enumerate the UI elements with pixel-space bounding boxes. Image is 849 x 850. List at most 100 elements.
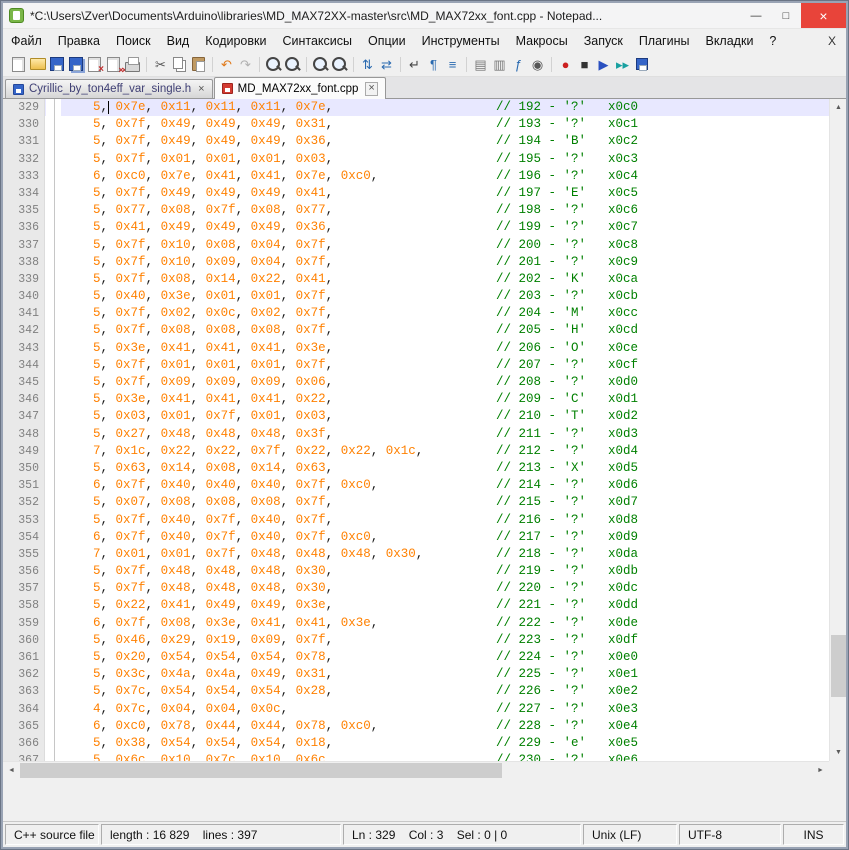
code-line-332[interactable]: 3325, 0x7f, 0x01, 0x01, 0x01, 0x03,// 19… bbox=[3, 151, 829, 168]
code-line-344[interactable]: 3445, 0x7f, 0x01, 0x01, 0x01, 0x7f,// 20… bbox=[3, 357, 829, 374]
vertical-scroll-thumb[interactable] bbox=[831, 635, 846, 697]
show-all-characters-icon[interactable]: ¶ bbox=[424, 55, 443, 74]
tab-1[interactable]: Cyrillic_by_ton4eff_var_single.h× bbox=[5, 79, 213, 98]
code-line-367[interactable]: 3675, 0x6c, 0x10, 0x7c, 0x10, 0x6c,// 23… bbox=[3, 752, 829, 761]
code-line-366[interactable]: 3665, 0x38, 0x54, 0x54, 0x54, 0x18,// 22… bbox=[3, 735, 829, 752]
menu-item-8[interactable]: Инструменты bbox=[414, 31, 508, 51]
code-line-354[interactable]: 3546, 0x7f, 0x40, 0x7f, 0x40, 0x7f, 0xc0… bbox=[3, 529, 829, 546]
stop-recording-icon[interactable]: ■ bbox=[575, 55, 594, 74]
code-line-351[interactable]: 3516, 0x7f, 0x40, 0x40, 0x40, 0x7f, 0xc0… bbox=[3, 477, 829, 494]
tab-close-icon[interactable]: × bbox=[198, 84, 204, 95]
undo-icon[interactable]: ↶ bbox=[217, 55, 236, 74]
function-list-icon[interactable]: ƒ bbox=[509, 55, 528, 74]
new-file-icon[interactable] bbox=[9, 55, 28, 74]
code-line-342[interactable]: 3425, 0x7f, 0x08, 0x08, 0x08, 0x7f,// 20… bbox=[3, 322, 829, 339]
save-file-icon[interactable] bbox=[47, 55, 66, 74]
code-line-365[interactable]: 3656, 0xc0, 0x78, 0x44, 0x44, 0x78, 0xc0… bbox=[3, 718, 829, 735]
document-map-icon[interactable]: ▥ bbox=[490, 55, 509, 74]
scroll-left-icon[interactable]: ◄ bbox=[3, 762, 20, 778]
close-all-icon[interactable] bbox=[104, 55, 123, 74]
status-insert-mode[interactable]: INS bbox=[783, 824, 844, 845]
code-line-353[interactable]: 3535, 0x7f, 0x40, 0x7f, 0x40, 0x7f,// 21… bbox=[3, 512, 829, 529]
scroll-right-icon[interactable]: ► bbox=[812, 762, 829, 778]
indent-guide-icon[interactable]: ≡ bbox=[443, 55, 462, 74]
code-line-358[interactable]: 3585, 0x22, 0x41, 0x49, 0x49, 0x3e,// 22… bbox=[3, 597, 829, 614]
menu-item-4[interactable]: Вид bbox=[159, 31, 198, 51]
menu-item-12[interactable]: Вкладки bbox=[697, 31, 761, 51]
menu-item-5[interactable]: Кодировки bbox=[197, 31, 274, 51]
vertical-scrollbar[interactable]: ▲ ▼ bbox=[829, 99, 846, 761]
code-line-337[interactable]: 3375, 0x7f, 0x10, 0x08, 0x04, 0x7f,// 20… bbox=[3, 237, 829, 254]
horizontal-scroll-thumb[interactable] bbox=[20, 763, 502, 778]
menu-item-11[interactable]: Плагины bbox=[631, 31, 698, 51]
save-all-icon[interactable] bbox=[66, 55, 85, 74]
status-encoding[interactable]: UTF-8 bbox=[679, 824, 781, 845]
tab-close-icon[interactable]: × bbox=[365, 82, 377, 96]
word-wrap-icon[interactable]: ↵ bbox=[405, 55, 424, 74]
code-line-340[interactable]: 3405, 0x40, 0x3e, 0x01, 0x01, 0x7f,// 20… bbox=[3, 288, 829, 305]
maximize-button[interactable]: □ bbox=[771, 3, 801, 28]
record-macro-icon[interactable]: ● bbox=[556, 55, 575, 74]
code-line-336[interactable]: 3365, 0x41, 0x49, 0x49, 0x49, 0x36,// 19… bbox=[3, 219, 829, 236]
code-line-356[interactable]: 3565, 0x7f, 0x48, 0x48, 0x48, 0x30,// 21… bbox=[3, 563, 829, 580]
paste-icon[interactable] bbox=[189, 55, 208, 74]
save-macro-icon[interactable] bbox=[632, 55, 651, 74]
code-line-352[interactable]: 3525, 0x07, 0x08, 0x08, 0x08, 0x7f,// 21… bbox=[3, 494, 829, 511]
code-line-359[interactable]: 3596, 0x7f, 0x08, 0x3e, 0x41, 0x41, 0x3e… bbox=[3, 615, 829, 632]
editor[interactable]: 3295, 0x7e, 0x11, 0x11, 0x11, 0x7e,// 19… bbox=[3, 99, 846, 778]
run-macro-multiple-icon[interactable]: ▸▸ bbox=[613, 55, 632, 74]
close-file-icon[interactable] bbox=[85, 55, 104, 74]
redo-icon[interactable]: ↷ bbox=[236, 55, 255, 74]
code-line-338[interactable]: 3385, 0x7f, 0x10, 0x09, 0x04, 0x7f,// 20… bbox=[3, 254, 829, 271]
status-eol-format[interactable]: Unix (LF) bbox=[583, 824, 677, 845]
replace-icon[interactable]: ab bbox=[283, 55, 302, 74]
code-line-357[interactable]: 3575, 0x7f, 0x48, 0x48, 0x48, 0x30,// 22… bbox=[3, 580, 829, 597]
code-line-364[interactable]: 3644, 0x7c, 0x04, 0x04, 0x0c,// 227 - '?… bbox=[3, 701, 829, 718]
cut-icon[interactable]: ✂ bbox=[151, 55, 170, 74]
find-icon[interactable] bbox=[264, 55, 283, 74]
code-line-361[interactable]: 3615, 0x20, 0x54, 0x54, 0x54, 0x78,// 22… bbox=[3, 649, 829, 666]
close-button[interactable]: × bbox=[801, 3, 846, 28]
open-file-icon[interactable] bbox=[28, 55, 47, 74]
code-line-343[interactable]: 3435, 0x3e, 0x41, 0x41, 0x41, 0x3e,// 20… bbox=[3, 340, 829, 357]
sync-horizontal-scroll-icon[interactable]: ⇄ bbox=[377, 55, 396, 74]
code-line-330[interactable]: 3305, 0x7f, 0x49, 0x49, 0x49, 0x31,// 19… bbox=[3, 116, 829, 133]
code-line-334[interactable]: 3345, 0x7f, 0x49, 0x49, 0x49, 0x41,// 19… bbox=[3, 185, 829, 202]
monitoring-icon[interactable]: ◉ bbox=[528, 55, 547, 74]
scroll-down-icon[interactable]: ▼ bbox=[830, 744, 846, 761]
print-icon[interactable] bbox=[123, 55, 142, 74]
code-line-350[interactable]: 3505, 0x63, 0x14, 0x08, 0x14, 0x63,// 21… bbox=[3, 460, 829, 477]
code-line-339[interactable]: 3395, 0x7f, 0x08, 0x14, 0x22, 0x41,// 20… bbox=[3, 271, 829, 288]
user-defined-language-icon[interactable]: ▤ bbox=[471, 55, 490, 74]
code-line-329[interactable]: 3295, 0x7e, 0x11, 0x11, 0x11, 0x7e,// 19… bbox=[3, 99, 829, 116]
menu-item-3[interactable]: Поиск bbox=[108, 31, 159, 51]
code-line-355[interactable]: 3557, 0x01, 0x01, 0x7f, 0x48, 0x48, 0x48… bbox=[3, 546, 829, 563]
menu-item-10[interactable]: Запуск bbox=[576, 31, 631, 51]
code-line-363[interactable]: 3635, 0x7c, 0x54, 0x54, 0x54, 0x28,// 22… bbox=[3, 683, 829, 700]
menu-item-9[interactable]: Макросы bbox=[508, 31, 576, 51]
code-line-349[interactable]: 3497, 0x1c, 0x22, 0x22, 0x7f, 0x22, 0x22… bbox=[3, 443, 829, 460]
code-line-362[interactable]: 3625, 0x3c, 0x4a, 0x4a, 0x49, 0x31,// 22… bbox=[3, 666, 829, 683]
minimize-button[interactable]: — bbox=[741, 3, 771, 28]
sync-vertical-scroll-icon[interactable]: ⇅ bbox=[358, 55, 377, 74]
menu-item-1[interactable]: Файл bbox=[3, 31, 50, 51]
tab-2[interactable]: MD_MAX72xx_font.cpp× bbox=[214, 77, 386, 99]
code-line-348[interactable]: 3485, 0x27, 0x48, 0x48, 0x48, 0x3f,// 21… bbox=[3, 426, 829, 443]
menu-item-13[interactable]: ? bbox=[761, 31, 784, 51]
code-line-346[interactable]: 3465, 0x3e, 0x41, 0x41, 0x41, 0x22,// 20… bbox=[3, 391, 829, 408]
copy-icon[interactable] bbox=[170, 55, 189, 74]
code-line-331[interactable]: 3315, 0x7f, 0x49, 0x49, 0x49, 0x36,// 19… bbox=[3, 133, 829, 150]
menu-item-2[interactable]: Правка bbox=[50, 31, 108, 51]
menu-close-x[interactable]: X bbox=[828, 34, 836, 48]
play-macro-icon[interactable]: ▶ bbox=[594, 55, 613, 74]
horizontal-scrollbar[interactable]: ◄ ► bbox=[3, 761, 829, 778]
code-line-345[interactable]: 3455, 0x7f, 0x09, 0x09, 0x09, 0x06,// 20… bbox=[3, 374, 829, 391]
code-line-335[interactable]: 3355, 0x77, 0x08, 0x7f, 0x08, 0x77,// 19… bbox=[3, 202, 829, 219]
zoom-out-icon[interactable]: − bbox=[330, 55, 349, 74]
menu-item-6[interactable]: Синтаксисы bbox=[274, 31, 360, 51]
code-line-360[interactable]: 3605, 0x46, 0x29, 0x19, 0x09, 0x7f,// 22… bbox=[3, 632, 829, 649]
menu-item-7[interactable]: Опции bbox=[360, 31, 414, 51]
scroll-up-icon[interactable]: ▲ bbox=[830, 99, 846, 116]
zoom-in-icon[interactable]: + bbox=[311, 55, 330, 74]
code-line-333[interactable]: 3336, 0xc0, 0x7e, 0x41, 0x41, 0x7e, 0xc0… bbox=[3, 168, 829, 185]
